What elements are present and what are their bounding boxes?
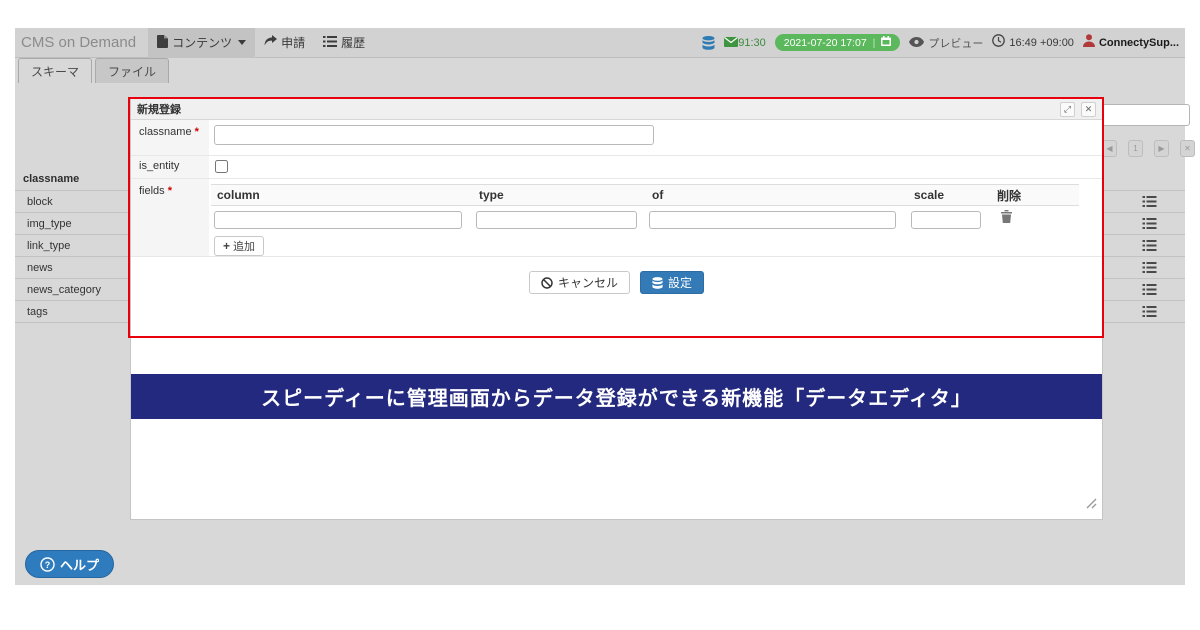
- form-row-is-entity: is_entity: [131, 156, 1102, 179]
- classname-input[interactable]: [214, 125, 654, 145]
- search-input[interactable]: [1090, 104, 1190, 126]
- pagination: ◀ 1 ▶ ✕: [1102, 140, 1195, 157]
- is-entity-label: is_entity: [131, 156, 209, 178]
- eye-icon: [909, 34, 924, 52]
- database-icon[interactable]: [702, 36, 715, 50]
- clock-text: 16:49 +09:00: [1009, 37, 1074, 49]
- tab-file[interactable]: ファイル: [95, 58, 169, 83]
- cancel-button[interactable]: キャンセル: [529, 271, 630, 294]
- preview-button[interactable]: プレビュー: [909, 34, 983, 52]
- pager-next-button[interactable]: ▶: [1154, 140, 1169, 157]
- col-header-scale: scale: [908, 188, 991, 202]
- row-menu-icon[interactable]: [1142, 284, 1157, 295]
- row-menu-icon[interactable]: [1142, 218, 1157, 229]
- row-label: block: [27, 196, 53, 208]
- list-icon: [323, 36, 337, 50]
- submit-label: 設定: [668, 274, 692, 291]
- field-scale-input[interactable]: [911, 211, 981, 229]
- required-icon: *: [168, 185, 172, 197]
- submit-button[interactable]: 設定: [640, 271, 704, 294]
- ban-icon: [541, 277, 553, 289]
- fields-table: column type of scale 削除: [211, 184, 1079, 232]
- clock-status[interactable]: 16:49 +09:00: [992, 34, 1074, 52]
- pill-separator: |: [873, 37, 876, 49]
- col-header-of: of: [646, 188, 908, 202]
- open-external-icon[interactable]: ⤢: [1060, 102, 1075, 117]
- row-label: news: [27, 262, 53, 274]
- mail-count: 91:30: [738, 37, 766, 49]
- row-menu-icon[interactable]: [1142, 262, 1157, 273]
- row-label: news_category: [27, 284, 101, 296]
- field-type-input[interactable]: [476, 211, 637, 229]
- row-label: img_type: [27, 218, 72, 230]
- trash-icon[interactable]: [1001, 210, 1012, 223]
- fields-table-header: column type of scale 削除: [211, 184, 1079, 206]
- help-button[interactable]: ? ヘルプ: [25, 550, 114, 578]
- mail-status[interactable]: 91:30: [724, 34, 766, 52]
- row-menu-icon[interactable]: [1142, 196, 1157, 207]
- preview-label: プレビュー: [928, 35, 983, 51]
- question-circle-icon: ?: [40, 557, 55, 572]
- required-icon: *: [195, 126, 199, 138]
- nav-contents[interactable]: コンテンツ: [148, 28, 255, 58]
- tab-schema[interactable]: スキーマ: [18, 58, 92, 83]
- topbar-status: 91:30 2021-07-20 17:07 | プレビュー 16:49 +0: [702, 34, 1185, 52]
- database-save-icon: [652, 277, 663, 289]
- app-window: CMS on Demand コンテンツ 申請 履歴: [15, 28, 1185, 585]
- calendar-icon: [881, 36, 891, 49]
- nav-apply-label: 申請: [281, 34, 305, 51]
- envelope-icon: [724, 34, 738, 52]
- share-icon: [264, 35, 277, 50]
- datetime-text: 2021-07-20 17:07: [784, 37, 867, 49]
- modal-title: 新規登録: [137, 101, 181, 117]
- document-icon: [157, 35, 168, 51]
- user-menu[interactable]: ConnectySup...: [1083, 34, 1179, 52]
- promo-banner: スピーディーに管理画面からデータ登録ができる新機能「データエディタ」: [131, 374, 1102, 419]
- is-entity-checkbox[interactable]: [215, 160, 228, 173]
- resize-handle-icon[interactable]: [1086, 496, 1097, 514]
- form-row-fields: fields* column type of scale 削除: [131, 179, 1102, 257]
- user-name: ConnectySup...: [1099, 37, 1179, 49]
- row-label: tags: [27, 306, 48, 318]
- nav-history-label: 履歴: [341, 34, 365, 51]
- nav-history[interactable]: 履歴: [314, 28, 374, 58]
- add-field-label: 追加: [233, 238, 255, 254]
- col-header-type: type: [473, 188, 646, 202]
- cancel-label: キャンセル: [558, 274, 618, 291]
- plus-icon: +: [223, 239, 230, 253]
- close-icon[interactable]: ✕: [1081, 102, 1096, 117]
- field-of-input[interactable]: [649, 211, 896, 229]
- col-header-column: column: [211, 188, 473, 202]
- modal-header: 新規登録 ⤢ ✕: [131, 99, 1102, 120]
- row-menu-icon[interactable]: [1142, 240, 1157, 251]
- user-icon: [1083, 34, 1095, 52]
- help-label: ヘルプ: [60, 555, 99, 574]
- pager-clear-button[interactable]: ✕: [1180, 140, 1195, 157]
- tab-bar: スキーマ ファイル: [15, 58, 169, 84]
- field-column-input[interactable]: [214, 211, 462, 229]
- add-field-button[interactable]: + 追加: [214, 236, 264, 256]
- nav-apply[interactable]: 申請: [255, 28, 314, 58]
- row-menu-icon[interactable]: [1142, 306, 1157, 317]
- fields-label: fields*: [131, 179, 209, 256]
- fields-input-row: [211, 206, 1079, 232]
- chevron-down-icon: [238, 40, 246, 45]
- promo-banner-text: スピーディーに管理画面からデータ登録ができる新機能「データエディタ」: [261, 382, 972, 411]
- nav-contents-label: コンテンツ: [172, 34, 232, 51]
- row-label: link_type: [27, 240, 70, 252]
- form-row-classname: classname*: [131, 120, 1102, 156]
- pager-prev-button[interactable]: ◀: [1102, 140, 1117, 157]
- clock-icon: [992, 34, 1005, 52]
- col-header-delete: 削除: [991, 187, 1079, 204]
- datetime-pill[interactable]: 2021-07-20 17:07 |: [775, 34, 901, 51]
- modal-footer: キャンセル 設定: [131, 257, 1102, 294]
- svg-text:?: ?: [45, 560, 51, 570]
- editor-panel: 新規登録 ⤢ ✕ classname* is_entity: [130, 98, 1103, 520]
- pager-page-button[interactable]: 1: [1128, 140, 1143, 157]
- app-logo: CMS on Demand: [15, 34, 148, 51]
- classname-label: classname*: [131, 120, 209, 155]
- topbar: CMS on Demand コンテンツ 申請 履歴: [15, 28, 1185, 58]
